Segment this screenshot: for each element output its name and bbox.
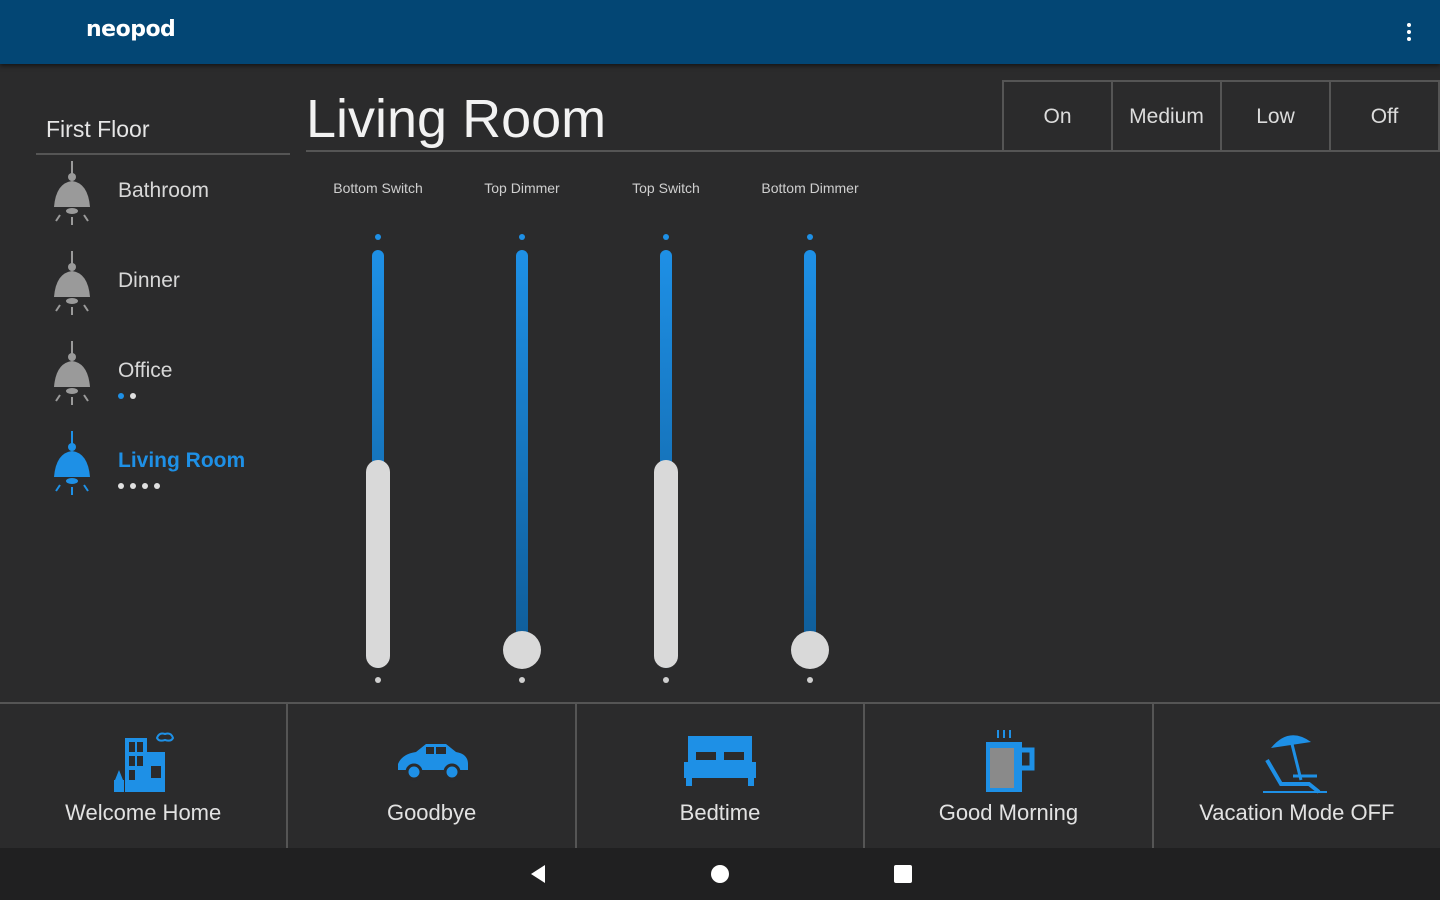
scene-bar: Welcome Home Goodbye Bedtime Good Morning Va… xyxy=(0,702,1440,848)
preset-low-button[interactable]: Low xyxy=(1222,82,1331,152)
scene-label: Bedtime xyxy=(679,800,761,825)
status-dot xyxy=(118,483,124,489)
max-dot xyxy=(663,234,669,240)
status-dot xyxy=(142,483,148,489)
pendant-lamp-icon xyxy=(48,341,96,415)
status-dot xyxy=(130,393,136,399)
sidebar-item-dinner[interactable]: Dinner xyxy=(36,245,290,335)
status-dot xyxy=(118,393,124,399)
max-dot xyxy=(519,234,525,240)
slider-top-dimmer: Top Dimmer xyxy=(447,180,597,690)
scene-label: Vacation Mode OFF xyxy=(1199,800,1395,825)
slider-thumb[interactable] xyxy=(654,460,678,668)
slider-bottom-dimmer: Bottom Dimmer xyxy=(735,180,885,690)
slider-bottom-switch: Bottom Switch xyxy=(303,180,453,690)
slider-thumb[interactable] xyxy=(366,460,390,668)
max-dot xyxy=(375,234,381,240)
back-icon[interactable] xyxy=(526,862,550,886)
min-dot xyxy=(519,677,525,683)
device-status-dots xyxy=(118,393,136,399)
sidebar-item-label: Dinner xyxy=(118,269,180,292)
min-dot xyxy=(663,677,669,683)
sidebar-item-label: Office xyxy=(118,359,173,382)
scene-good-morning-button[interactable]: Good Morning xyxy=(865,704,1154,848)
scene-label: Good Morning xyxy=(938,800,1079,825)
room-sidebar: First Floor Bathroom Dinner Office Living R… xyxy=(36,100,290,515)
home-icon[interactable] xyxy=(708,862,732,886)
room-list: Bathroom Dinner Office Living Room xyxy=(36,155,290,515)
page-title: Living Room xyxy=(306,89,607,149)
pendant-lamp-icon xyxy=(48,431,96,505)
slider-thumb[interactable] xyxy=(791,631,829,669)
scene-welcome-home-button[interactable]: Welcome Home xyxy=(0,704,289,848)
sidebar-item-living-room[interactable]: Living Room xyxy=(36,425,290,515)
status-dot xyxy=(154,483,160,489)
scene-goodbye-button[interactable]: Goodbye xyxy=(288,704,577,848)
slider-track[interactable] xyxy=(516,250,528,668)
scene-label: Welcome Home xyxy=(65,800,222,825)
app-bar: neopod xyxy=(0,0,1440,64)
recents-icon[interactable] xyxy=(891,862,915,886)
pendant-lamp-icon xyxy=(48,161,96,235)
slider-top-switch: Top Switch xyxy=(591,180,741,690)
system-nav-bar xyxy=(0,848,1440,900)
max-dot xyxy=(807,234,813,240)
preset-bar: On Medium Low Off xyxy=(1002,80,1440,152)
more-vert-icon[interactable] xyxy=(1398,18,1420,46)
sidebar-item-label: Living Room xyxy=(118,449,246,472)
sidebar-item-label: Bathroom xyxy=(118,179,210,202)
device-status-dots xyxy=(118,483,160,489)
status-dot xyxy=(130,483,136,489)
slider-thumb[interactable] xyxy=(503,631,541,669)
floor-title: First Floor xyxy=(36,100,290,155)
pendant-lamp-icon xyxy=(48,251,96,325)
sidebar-item-office[interactable]: Office xyxy=(36,335,290,425)
preset-off-button[interactable]: Off xyxy=(1331,82,1440,152)
slider-label: Top Switch xyxy=(632,180,700,196)
slider-label: Bottom Switch xyxy=(333,180,423,196)
slider-label: Bottom Dimmer xyxy=(761,180,859,196)
min-dot xyxy=(375,677,381,683)
scene-vacation-mode-off-button[interactable]: Vacation Mode OFF xyxy=(1154,704,1440,848)
scene-label: Goodbye xyxy=(386,800,477,825)
app-logo: neopod xyxy=(86,17,176,42)
preset-medium-button[interactable]: Medium xyxy=(1113,82,1222,152)
sidebar-item-bathroom[interactable]: Bathroom xyxy=(36,155,290,245)
scene-bedtime-button[interactable]: Bedtime xyxy=(577,704,866,848)
min-dot xyxy=(807,677,813,683)
preset-on-button[interactable]: On xyxy=(1004,82,1113,152)
slider-track[interactable] xyxy=(804,250,816,668)
slider-label: Top Dimmer xyxy=(484,180,560,196)
